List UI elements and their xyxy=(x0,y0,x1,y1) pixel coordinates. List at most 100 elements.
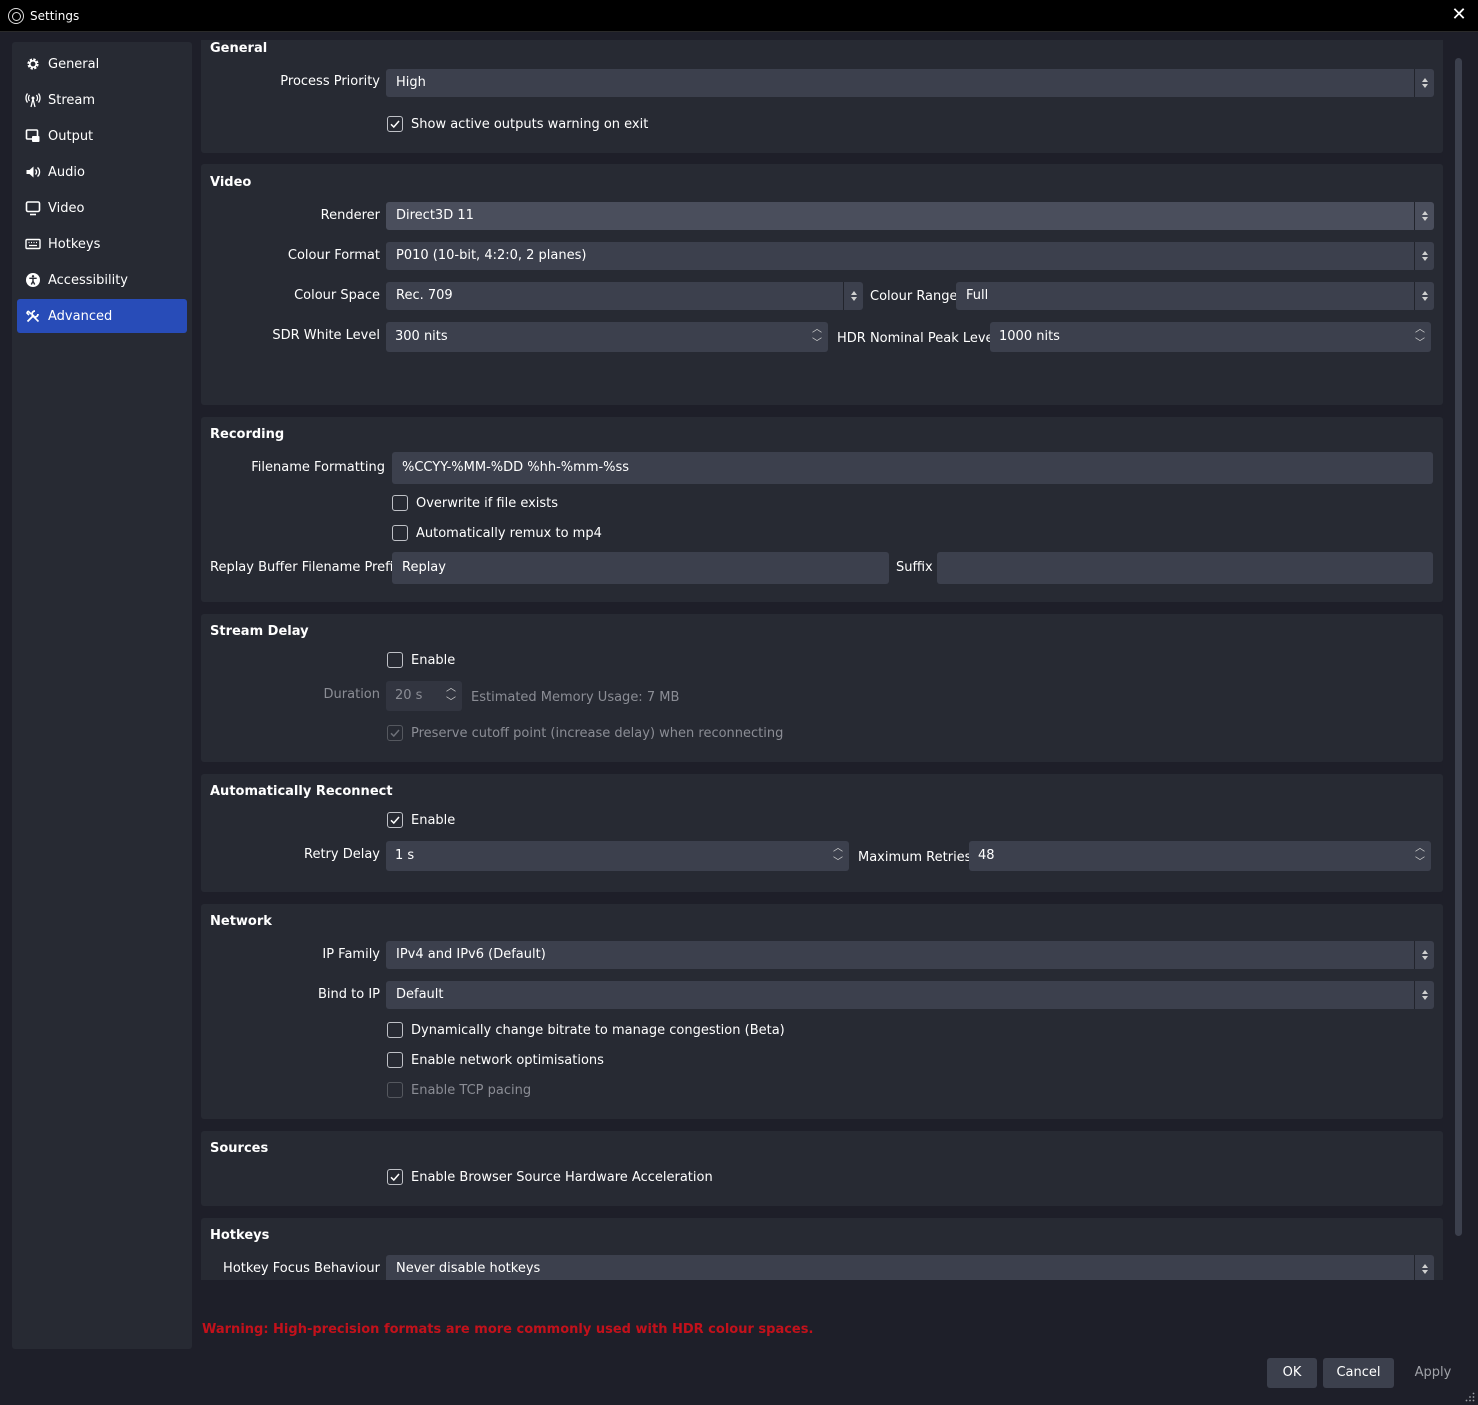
maximum-retries-label: Maximum Retries xyxy=(858,850,972,865)
spin-value: 300 nits xyxy=(395,329,448,344)
maximum-retries-spinbox[interactable]: 48 ︿ ﹀ xyxy=(969,841,1431,871)
checkbox-box xyxy=(387,1082,403,1098)
sdr-white-level-spinbox[interactable]: 300 nits ︿ ﹀ xyxy=(386,322,828,352)
checkbox-label: Preserve cutoff point (increase delay) w… xyxy=(411,725,784,741)
hotkey-focus-select[interactable]: Never disable hotkeys xyxy=(386,1255,1434,1280)
ip-family-label: IP Family xyxy=(322,947,380,962)
group-title: Sources xyxy=(210,1141,269,1156)
overwrite-checkbox[interactable]: Overwrite if file exists xyxy=(392,495,558,511)
close-icon[interactable]: ✕ xyxy=(1450,6,1468,24)
checkmark-icon xyxy=(387,812,403,828)
sidebar-item-label: Output xyxy=(48,128,94,144)
spin-arrows-icon[interactable]: ︿ ﹀ xyxy=(444,683,458,709)
group-title: General xyxy=(210,41,268,56)
checkbox-label: Automatically remux to mp4 xyxy=(416,525,602,541)
remux-checkbox[interactable]: Automatically remux to mp4 xyxy=(392,525,602,541)
colour-space-label: Colour Space xyxy=(294,288,380,303)
suffix-input[interactable] xyxy=(937,552,1433,584)
duration-label: Duration xyxy=(323,687,380,702)
select-value: Direct3D 11 xyxy=(396,208,474,223)
spin-arrows-icon[interactable]: ︿ ﹀ xyxy=(831,843,845,869)
ip-family-select[interactable]: IPv4 and IPv6 (Default) xyxy=(386,941,1434,969)
sidebar-item-label: Audio xyxy=(48,164,85,180)
tcp-pacing-checkbox[interactable]: Enable TCP pacing xyxy=(387,1082,531,1098)
checkbox-box xyxy=(392,495,408,511)
retry-delay-spinbox[interactable]: 1 s ︿ ﹀ xyxy=(386,841,849,871)
apply-button[interactable]: Apply xyxy=(1400,1358,1466,1388)
group-title: Hotkeys xyxy=(210,1228,270,1243)
general-group: General Process Priority High Show activ… xyxy=(201,40,1443,153)
select-arrows-icon xyxy=(1414,202,1434,230)
sidebar-item-stream[interactable]: Stream xyxy=(17,83,187,117)
select-arrows-icon xyxy=(1414,1255,1434,1280)
stream-delay-group: Stream Delay Enable Duration 20 s ︿ ﹀ Est… xyxy=(201,614,1443,762)
duration-spinbox[interactable]: 20 s ︿ ﹀ xyxy=(386,681,462,711)
spin-arrows-icon[interactable]: ︿ ﹀ xyxy=(1413,843,1427,869)
colour-format-select[interactable]: P010 (10-bit, 4:2:0, 2 planes) xyxy=(386,242,1434,270)
spin-arrows-icon[interactable]: ︿ ﹀ xyxy=(810,324,824,350)
settings-content: General Process Priority High Show activ… xyxy=(200,40,1444,1280)
select-arrows-icon xyxy=(1414,282,1434,310)
obs-logo-icon xyxy=(8,8,24,24)
checkbox-box xyxy=(392,525,408,541)
ok-button[interactable]: OK xyxy=(1267,1358,1317,1388)
output-icon xyxy=(25,128,41,144)
checkmark-icon xyxy=(387,1169,403,1185)
filename-formatting-input[interactable]: %CCYY-%MM-%DD %hh-%mm-%ss xyxy=(392,452,1433,484)
replay-prefix-input[interactable]: Replay xyxy=(392,552,889,584)
sidebar-item-video[interactable]: Video xyxy=(17,191,187,225)
renderer-select[interactable]: Direct3D 11 xyxy=(386,202,1434,230)
checkmark-icon xyxy=(387,725,403,741)
spin-arrows-icon[interactable]: ︿ ﹀ xyxy=(1413,324,1427,350)
content-scrollbar[interactable] xyxy=(1453,58,1464,1236)
preserve-cutoff-checkbox[interactable]: Preserve cutoff point (increase delay) w… xyxy=(387,725,783,741)
sidebar-item-label: Hotkeys xyxy=(48,236,101,252)
select-arrows-icon xyxy=(843,282,863,310)
group-title: Stream Delay xyxy=(210,624,309,639)
sidebar-item-label: General xyxy=(48,56,100,72)
speaker-icon xyxy=(25,164,41,180)
checkbox-label: Overwrite if file exists xyxy=(416,495,559,511)
gear-icon xyxy=(25,56,41,72)
scrollbar-thumb[interactable] xyxy=(1455,58,1462,1236)
checkmark-icon xyxy=(387,116,403,132)
network-optimisations-checkbox[interactable]: Enable network optimisations xyxy=(387,1052,604,1068)
monitor-icon xyxy=(25,200,41,216)
colour-format-label: Colour Format xyxy=(287,248,380,263)
checkbox-label: Show active outputs warning on exit xyxy=(411,116,649,132)
browser-hardware-acceleration-checkbox[interactable]: Enable Browser Source Hardware Accelerat… xyxy=(387,1169,713,1185)
hdr-peak-level-spinbox[interactable]: 1000 nits ︿ ﹀ xyxy=(990,322,1431,352)
sidebar-item-advanced[interactable]: Advanced xyxy=(17,299,187,333)
sidebar-item-hotkeys[interactable]: Hotkeys xyxy=(17,227,187,261)
video-group: Video Renderer Direct3D 11 Colour Format… xyxy=(201,164,1443,405)
stream-delay-enable-checkbox[interactable]: Enable xyxy=(387,652,455,668)
recording-group: Recording Filename Formatting %CCYY-%MM-… xyxy=(201,417,1443,602)
checkbox-label: Enable xyxy=(411,812,456,828)
sidebar-item-general[interactable]: General xyxy=(17,47,187,81)
estimated-memory-text: Estimated Memory Usage: 7 MB xyxy=(471,690,680,705)
sidebar-item-label: Video xyxy=(48,200,85,216)
dynamic-bitrate-checkbox[interactable]: Dynamically change bitrate to manage con… xyxy=(387,1022,785,1038)
reconnect-enable-checkbox[interactable]: Enable xyxy=(387,812,455,828)
colour-range-select[interactable]: Full xyxy=(956,282,1434,310)
spin-value: 20 s xyxy=(395,688,423,703)
sources-group: Sources Enable Browser Source Hardware A… xyxy=(201,1131,1443,1206)
select-value: IPv4 and IPv6 (Default) xyxy=(396,947,546,962)
bind-to-ip-label: Bind to IP xyxy=(317,987,380,1002)
resize-grip-icon[interactable] xyxy=(1465,1392,1475,1402)
spin-value: 1 s xyxy=(395,848,415,863)
show-outputs-warning-checkbox[interactable]: Show active outputs warning on exit xyxy=(387,116,648,132)
hotkey-focus-label: Hotkey Focus Behaviour xyxy=(223,1261,380,1276)
cancel-button[interactable]: Cancel xyxy=(1323,1358,1394,1388)
colour-space-select[interactable]: Rec. 709 xyxy=(386,282,863,310)
accessibility-icon xyxy=(25,272,41,288)
sidebar-item-output[interactable]: Output xyxy=(17,119,187,153)
sidebar-item-audio[interactable]: Audio xyxy=(17,155,187,189)
bind-to-ip-select[interactable]: Default xyxy=(386,981,1434,1009)
select-arrows-icon xyxy=(1414,69,1434,97)
sidebar-item-accessibility[interactable]: Accessibility xyxy=(17,263,187,297)
window-title: Settings xyxy=(30,9,80,23)
process-priority-select[interactable]: High xyxy=(386,69,1434,97)
sdr-white-level-label: SDR White Level xyxy=(272,328,380,343)
select-arrows-icon xyxy=(1414,941,1434,969)
